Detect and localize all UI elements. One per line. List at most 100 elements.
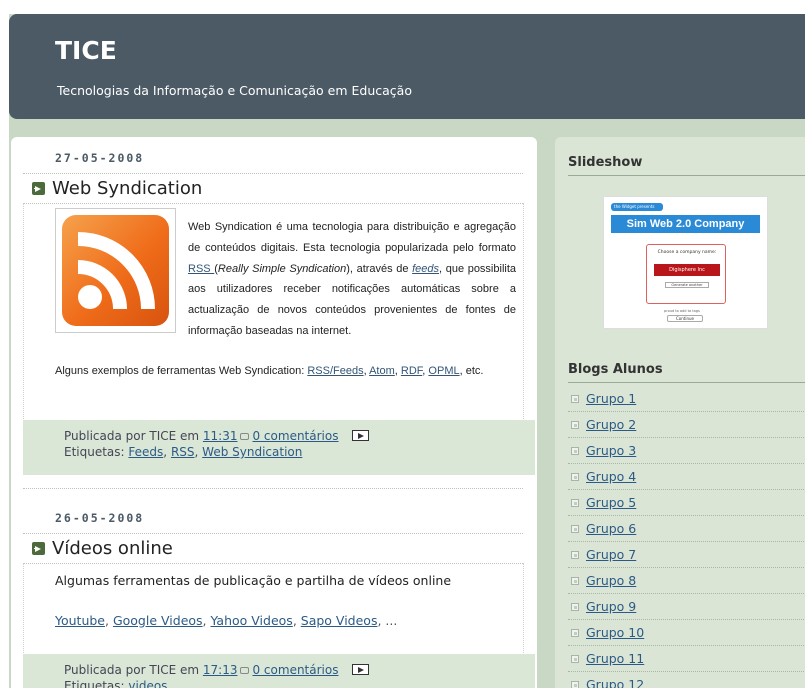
- post-date: 27-05-2008: [55, 151, 145, 165]
- comments-link[interactable]: 0 comentários: [252, 663, 338, 677]
- divider: [568, 463, 805, 464]
- link-atom[interactable]: Atom: [369, 365, 395, 377]
- bullet-icon: [571, 551, 579, 559]
- blog-header: TICE Tecnologias da Informação e Comunic…: [9, 14, 805, 119]
- link-rss-feeds[interactable]: RSS/Feeds: [307, 365, 363, 377]
- divider: [23, 488, 523, 489]
- blog-list-item[interactable]: Grupo 3: [571, 439, 805, 465]
- rss-icon: [62, 215, 169, 326]
- bullet-icon: [571, 447, 579, 455]
- link-youtube[interactable]: Youtube: [55, 613, 105, 628]
- blog-link[interactable]: Grupo 4: [586, 469, 636, 484]
- link-rss[interactable]: RSS: [188, 263, 214, 275]
- divider: [568, 175, 805, 176]
- label-rss[interactable]: RSS: [171, 445, 195, 459]
- sidebar: Slideshow the Widget presents Sim Web 2.…: [555, 137, 805, 688]
- post-time-link[interactable]: 11:31: [203, 429, 238, 443]
- link-sapo-videos[interactable]: Sapo Videos: [301, 613, 378, 628]
- bullet-icon: [571, 473, 579, 481]
- page: TICE Tecnologias da Informação e Comunic…: [9, 14, 805, 688]
- blog-list-item[interactable]: Grupo 8: [571, 569, 805, 595]
- blog-list-item[interactable]: Grupo 11: [571, 647, 805, 673]
- divider: [23, 173, 523, 174]
- post-text: , ...: [377, 613, 398, 628]
- comment-icon: [240, 433, 250, 440]
- blog-list-item[interactable]: Grupo 9: [571, 595, 805, 621]
- slideshow-continue: Continue: [667, 315, 703, 322]
- blog-list-item[interactable]: Grupo 10: [571, 621, 805, 647]
- link-rdf[interactable]: RDF: [401, 365, 422, 377]
- divider: [568, 593, 805, 594]
- post-title[interactable]: Vídeos online: [32, 538, 173, 559]
- blog-link[interactable]: Grupo 7: [586, 547, 636, 562]
- divider: [568, 489, 805, 490]
- blog-link[interactable]: Grupo 9: [586, 599, 636, 614]
- blog-list-item[interactable]: Grupo 7: [571, 543, 805, 569]
- post-time-link[interactable]: 17:13: [203, 663, 238, 677]
- bullet-icon: [571, 681, 579, 688]
- divider: [568, 671, 805, 672]
- divider: [568, 411, 805, 412]
- divider: [23, 203, 24, 419]
- published-by: Publicada por TICE em: [64, 663, 203, 677]
- blog-list-item[interactable]: Grupo 12: [571, 673, 805, 688]
- arrow-right-icon: [32, 542, 45, 555]
- labels-prefix: Etiquetas:: [64, 679, 129, 688]
- divider: [23, 563, 523, 564]
- blog-link[interactable]: Grupo 1: [586, 391, 636, 406]
- link-google-videos[interactable]: Google Videos: [113, 613, 203, 628]
- post-text: etc.: [465, 365, 484, 377]
- blog-link[interactable]: Grupo 2: [586, 417, 636, 432]
- comments-link[interactable]: 0 comentários: [252, 429, 338, 443]
- bullet-icon: [571, 603, 579, 611]
- blog-link[interactable]: Grupo 10: [586, 625, 644, 640]
- divider: [523, 203, 524, 419]
- blog-list-item[interactable]: Grupo 6: [571, 517, 805, 543]
- post-text-italic: Really Simple Syndication: [217, 262, 347, 275]
- label-feeds[interactable]: Feeds: [128, 445, 163, 459]
- comment-icon: [240, 667, 250, 674]
- bullet-icon: [571, 577, 579, 585]
- label-web-syndication[interactable]: Web Syndication: [202, 445, 302, 459]
- post-footer: Publicada por TICE em 11:31 0 comentários…: [23, 420, 535, 475]
- divider: [23, 563, 24, 653]
- slideshow-heading: Sim Web 2.0 Company: [611, 215, 760, 233]
- link-feeds[interactable]: feeds: [412, 263, 439, 275]
- blog-link[interactable]: Grupo 12: [586, 677, 644, 688]
- blog-link[interactable]: Grupo 3: [586, 443, 636, 458]
- bullet-icon: [571, 629, 579, 637]
- divider: [523, 563, 524, 653]
- slideshow-prompt: Choose a company name:: [657, 250, 717, 255]
- blog-link[interactable]: Grupo 8: [586, 573, 636, 588]
- post-title[interactable]: Web Syndication: [32, 178, 202, 199]
- link-yahoo-videos[interactable]: Yahoo Videos: [211, 613, 293, 628]
- divider: [568, 645, 805, 646]
- divider: [568, 437, 805, 438]
- post-title-text[interactable]: Vídeos online: [52, 538, 173, 559]
- email-post-icon[interactable]: [352, 430, 370, 441]
- published-by: Publicada por TICE em: [64, 429, 203, 443]
- slideshow-title: Slideshow: [568, 155, 643, 170]
- blog-list-item[interactable]: Grupo 1: [571, 387, 805, 413]
- blog-link[interactable]: Grupo 11: [586, 651, 644, 666]
- blog-list-item[interactable]: Grupo 2: [571, 413, 805, 439]
- blog-list-item[interactable]: Grupo 4: [571, 465, 805, 491]
- link-opml[interactable]: OPML: [428, 365, 459, 377]
- bullet-icon: [571, 525, 579, 533]
- post-links: Youtube, Google Videos, Yahoo Videos, Sa…: [55, 613, 398, 628]
- post-title-text[interactable]: Web Syndication: [52, 178, 202, 199]
- blogs-alunos-title: Blogs Alunos: [568, 362, 663, 377]
- blog-link[interactable]: Grupo 5: [586, 495, 636, 510]
- label-videos[interactable]: videos: [128, 679, 167, 688]
- slideshow-badge: the Widget presents: [611, 203, 663, 211]
- slideshow-widget[interactable]: the Widget presents Sim Web 2.0 Company …: [603, 196, 768, 329]
- blog-link[interactable]: Grupo 6: [586, 521, 636, 536]
- slideshow-name-button: Digisphere Inc: [654, 264, 720, 276]
- email-post-icon[interactable]: [352, 664, 370, 675]
- blog-list-item[interactable]: Grupo 5: [571, 491, 805, 517]
- post-text: Web Syndication é uma tecnologia para di…: [188, 221, 516, 254]
- post-date: 26-05-2008: [55, 511, 145, 525]
- post-body: Web Syndication é uma tecnologia para di…: [188, 217, 516, 342]
- blog-title[interactable]: TICE: [55, 36, 117, 65]
- bullet-icon: [571, 655, 579, 663]
